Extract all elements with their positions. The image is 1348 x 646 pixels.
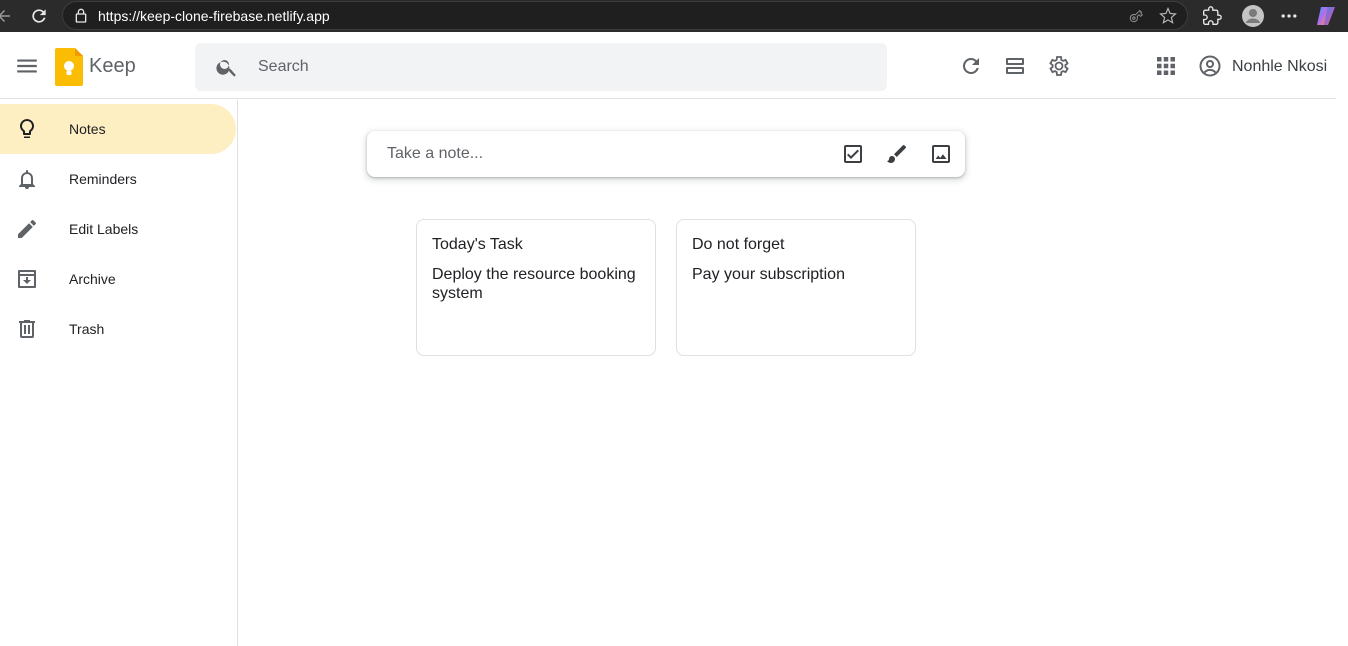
key-icon[interactable] xyxy=(1127,7,1145,25)
sidebar-item-notes[interactable]: Notes xyxy=(0,104,236,154)
checkbox-icon[interactable] xyxy=(841,142,865,166)
address-bar[interactable]: https://keep-clone-firebase.netlify.app xyxy=(62,1,1188,30)
note-body: Pay your subscription xyxy=(692,266,845,283)
take-note-bar[interactable] xyxy=(367,131,965,177)
search-icon[interactable] xyxy=(215,55,239,79)
sidebar-item-edit-labels[interactable]: Edit Labels xyxy=(0,204,236,254)
profile-avatar-icon[interactable] xyxy=(1241,4,1265,28)
lightbulb-icon xyxy=(20,119,34,138)
note-title: Today's Task xyxy=(432,236,523,253)
star-icon[interactable] xyxy=(1159,7,1177,25)
sidebar-item-archive[interactable]: Archive xyxy=(0,254,236,304)
sidebar: Notes Reminders Edit Labels Archive Tras… xyxy=(0,100,238,646)
sidebar-item-label: Notes xyxy=(69,121,106,137)
hamburger-menu-icon[interactable] xyxy=(14,53,40,79)
sidebar-item-trash[interactable]: Trash xyxy=(0,304,236,354)
note-card[interactable]: Do not forget Pay your subscription xyxy=(676,219,916,356)
copilot-icon[interactable] xyxy=(1314,4,1338,28)
brush-icon[interactable] xyxy=(885,142,909,166)
trash-icon xyxy=(19,320,35,338)
back-arrow-icon[interactable] xyxy=(0,4,16,28)
apps-grid-icon[interactable] xyxy=(1154,54,1178,78)
search-input[interactable] xyxy=(258,53,858,81)
take-note-input[interactable] xyxy=(387,141,827,167)
app-header: Keep Nonhle Nkosi xyxy=(0,32,1336,99)
browser-toolbar: https://keep-clone-firebase.netlify.app xyxy=(0,0,1348,32)
search-bar[interactable] xyxy=(195,43,887,91)
user-name[interactable]: Nonhle Nkosi xyxy=(1232,58,1327,76)
url-text: https://keep-clone-firebase.netlify.app xyxy=(98,8,330,24)
app-window: Keep Nonhle Nkosi Notes Reminders xyxy=(0,32,1336,646)
account-circle-icon[interactable] xyxy=(1198,54,1222,78)
extensions-icon[interactable] xyxy=(1200,4,1224,28)
app-name[interactable]: Keep xyxy=(89,55,136,78)
settings-gear-icon[interactable] xyxy=(1047,54,1071,78)
list-view-icon[interactable] xyxy=(1003,54,1027,78)
reload-icon[interactable] xyxy=(27,4,51,28)
keep-logo-icon[interactable] xyxy=(55,48,83,86)
sidebar-item-reminders[interactable]: Reminders xyxy=(0,154,236,204)
sidebar-item-label: Trash xyxy=(69,321,105,337)
pencil-icon xyxy=(18,219,36,238)
archive-icon xyxy=(18,270,36,288)
bell-icon xyxy=(19,170,35,189)
note-card[interactable]: Today's Task Deploy the resource booking… xyxy=(416,219,656,356)
image-icon[interactable] xyxy=(929,142,953,166)
more-icon[interactable] xyxy=(1277,4,1301,28)
note-body: Deploy the resource booking system xyxy=(432,266,636,302)
refresh-icon[interactable] xyxy=(959,54,983,78)
lock-icon[interactable] xyxy=(73,8,89,24)
sidebar-item-label: Reminders xyxy=(69,171,137,187)
sidebar-item-label: Archive xyxy=(69,271,116,287)
sidebar-item-label: Edit Labels xyxy=(69,221,139,237)
note-title: Do not forget xyxy=(692,236,785,253)
